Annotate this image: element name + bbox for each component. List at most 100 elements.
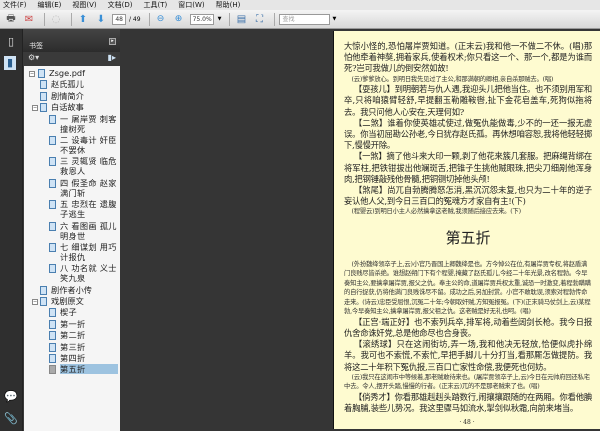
- bookmark-item[interactable]: 四 假圣命 赵家满门斩: [24, 178, 120, 198]
- bookmark-item[interactable]: − 白话故事: [24, 102, 120, 113]
- bookmark-icon: [49, 135, 56, 145]
- collapse-toggle[interactable]: −: [32, 105, 38, 112]
- menu-edit[interactable]: 编辑(E): [38, 0, 62, 10]
- bookmark-item[interactable]: 第四折: [24, 353, 120, 364]
- next-page-button[interactable]: ⬇: [94, 13, 108, 26]
- bookmark-item[interactable]: 三 灵辄贤 临危救恩人: [24, 156, 120, 176]
- bookmark-label: 第一折: [60, 318, 86, 329]
- bookmark-icon: [40, 80, 47, 90]
- menu-tools[interactable]: 工具(T): [144, 0, 168, 10]
- bookmark-icon: [49, 354, 56, 364]
- navigation-strip: ▯ ▮ 💬 📎: [0, 29, 22, 431]
- bookmark-item[interactable]: 楔子: [24, 307, 120, 318]
- menu-view[interactable]: 视图(V): [72, 0, 96, 10]
- paragraph: 【一煞】摘了他斗来大印一颗,剥了他花来簇几套服。把麻绳背绑在将军柱,把铁钳拔出他…: [344, 151, 592, 184]
- bookmark-item[interactable]: 八 功名就 义士笑九泉: [24, 263, 120, 283]
- bookmark-item[interactable]: 剧作者小传: [24, 285, 120, 295]
- zoom-level-input[interactable]: 75.0%: [189, 13, 214, 25]
- bookmark-tree[interactable]: − Zsge.pdf 赵氏孤儿 剧情简介 − 白话故事一 屠岸贾 刺客撞树死二 设毒计 奸…: [24, 66, 120, 431]
- gear-icon[interactable]: ⚙▾: [28, 53, 39, 62]
- fit-page-icon[interactable]: ▤: [234, 13, 248, 26]
- bookmark-icon: [40, 103, 47, 113]
- bookmark-label: 白话故事: [51, 102, 84, 113]
- bookmark-icon: [38, 69, 45, 78]
- bookmark-icon: [49, 342, 56, 352]
- zoom-dropdown-icon[interactable]: ▼: [218, 16, 222, 22]
- bookmark-label: 七 细谋划 用巧计报仇: [60, 241, 117, 262]
- pdf-page: 大惊小怪的,恐怕屠岸贾知道。(正末云)我和他一不做二不休。(唱)那怕他牵着神獒,…: [333, 31, 600, 429]
- bookmark-item[interactable]: 六 看图画 孤儿明身世: [24, 221, 120, 241]
- document-view[interactable]: 大惊小怪的,恐怕屠岸贾知道。(正末云)我和他一不做二不休。(唱)那怕他牵着神獒,…: [120, 29, 600, 431]
- paragraph: 【煞尾】尚兀自勃腾腾怒怎消,黑沉沉怨未复,也只为二十年的逆子妄认他人父,到今日三…: [344, 184, 592, 207]
- search-dropdown-icon[interactable]: ▼: [332, 16, 336, 22]
- bookmark-icon: [40, 285, 47, 295]
- share-icon[interactable]: ✉: [22, 13, 36, 26]
- bookmark-item[interactable]: 五 忠烈在 遗腹子逃生: [24, 199, 120, 219]
- bookmark-item[interactable]: 第五折: [24, 364, 120, 375]
- bookmark-item[interactable]: 七 细谋划 用巧计报仇: [24, 242, 120, 262]
- attachments-icon[interactable]: 📎: [4, 412, 18, 426]
- panel-toolbar: ⚙▾ ▮▸: [23, 52, 120, 66]
- zoom-out-button[interactable]: ⊖: [154, 13, 168, 26]
- bookmark-item[interactable]: 剧情简介: [24, 91, 120, 101]
- bookmark-item[interactable]: 第一折: [24, 319, 120, 329]
- bookmark-item[interactable]: 赵氏孤儿: [24, 79, 120, 90]
- bookmark-label: Zsge.pdf: [49, 68, 85, 78]
- bookmark-icon: [49, 178, 56, 188]
- collapse-toggle[interactable]: −: [29, 71, 35, 77]
- stage-direction: (程婴云)到明日小主人必然擒拿这老贼,我须随后接应去来。(下): [351, 208, 522, 216]
- new-bookmark-icon[interactable]: ▮▸: [108, 53, 116, 62]
- pages-icon[interactable]: ▯: [4, 35, 18, 49]
- bookmark-item[interactable]: 第三折: [24, 342, 120, 352]
- collapse-toggle[interactable]: −: [32, 299, 38, 306]
- page-number-label: · 48 ·: [459, 419, 475, 426]
- bookmark-icon: [49, 114, 56, 124]
- paragraph: 【二煞】谁着你使英雄忒使过,做冤仇能做毒,少不的一还一报无虚误。你当初屈勘公孙老…: [344, 117, 592, 151]
- bookmark-item[interactable]: − Zsge.pdf: [24, 68, 120, 78]
- bookmark-item[interactable]: 一 屠岸贾 刺客撞树死: [24, 114, 120, 134]
- bookmark-icon: [40, 91, 47, 101]
- menu-document[interactable]: 文档(D): [108, 0, 133, 10]
- bookmark-label: 六 看图画 孤儿明身世: [60, 220, 117, 241]
- full-screen-icon[interactable]: ⛶: [252, 13, 266, 26]
- page-number-input[interactable]: 48: [112, 13, 126, 25]
- bookmark-item[interactable]: − 戏剧原文: [24, 296, 120, 307]
- bookmark-label: 五 忠烈在 遗腹子逃生: [60, 199, 117, 220]
- page-content: 大惊小怪的,恐怕屠岸贾知道。(正末云)我和他一不做二不休。(唱)那怕他牵着神獒,…: [344, 41, 592, 414]
- paragraph: 【耍孩儿】到明朝若与仇人遇,我迎头儿把他当住。也不须别用军和卒,只将咱猿臂轻舒,…: [344, 84, 592, 117]
- bookmark-icon: [49, 308, 56, 318]
- bookmark-icon: [49, 264, 56, 274]
- separator: [229, 12, 231, 26]
- panel-title: 书签: [29, 42, 43, 50]
- separator: [148, 12, 150, 26]
- bookmark-label: 戏剧原文: [51, 296, 84, 307]
- menu-window[interactable]: 窗口(W): [178, 0, 204, 10]
- toolbar: 🖶 ✉ ◌ ⬆ ⬇ 48 / 49 ⊖ ⊕ 75.0% ▼ ▤ ⛶ 查找 ▼: [0, 10, 600, 29]
- separator: [44, 12, 45, 26]
- bookmark-label: 三 灵辄贤 临危救恩人: [60, 156, 117, 177]
- comment-icon[interactable]: ◌: [49, 13, 63, 26]
- bookmark-label: 楔子: [60, 307, 77, 318]
- zoom-in-button[interactable]: ⊕: [172, 13, 186, 26]
- bookmark-icon: [49, 200, 56, 210]
- separator: [71, 12, 72, 26]
- bookmarks-panel: 书签 ▸ ⚙▾ ▮▸ − Zsge.pdf 赵氏孤儿 剧情简介 − 白话故事一 屠岸贾 刺…: [22, 29, 120, 431]
- panel-options-button[interactable]: ▸: [109, 38, 116, 45]
- search-input[interactable]: 查找: [279, 13, 331, 25]
- bookmark-label: 八 功名就 义士笑九泉: [60, 263, 117, 284]
- bookmark-item[interactable]: 二 设毒计 奸臣不罢休: [24, 135, 120, 155]
- bookmark-item[interactable]: 第二折: [24, 330, 120, 341]
- bookmark-label: 剧作者小传: [51, 284, 92, 295]
- paragraph: 【正宫·端正好】也不索列兵卒,排军将,动着些阔剑长枪。我今日报仇舍命诛奸党,总是…: [344, 316, 592, 339]
- bookmark-label: 赵氏孤儿: [51, 79, 84, 90]
- bookmarks-icon[interactable]: ▮: [4, 56, 16, 70]
- bookmark-label: 第三折: [60, 341, 86, 352]
- menu-file[interactable]: 文件(F): [3, 0, 27, 10]
- comments-icon[interactable]: 💬: [4, 390, 18, 404]
- bookmark-label: 第四折: [60, 353, 86, 364]
- previous-page-button[interactable]: ⬆: [76, 13, 90, 26]
- paragraph: 【滚绣球】只在这闹街坊,弄一场,我和他决无轻放,恰便似虎扑绵羊。我可也不索慌,不…: [344, 339, 592, 372]
- menu-help[interactable]: 帮助(H): [216, 0, 241, 10]
- print-icon[interactable]: 🖶: [4, 13, 18, 26]
- separator: [274, 12, 276, 26]
